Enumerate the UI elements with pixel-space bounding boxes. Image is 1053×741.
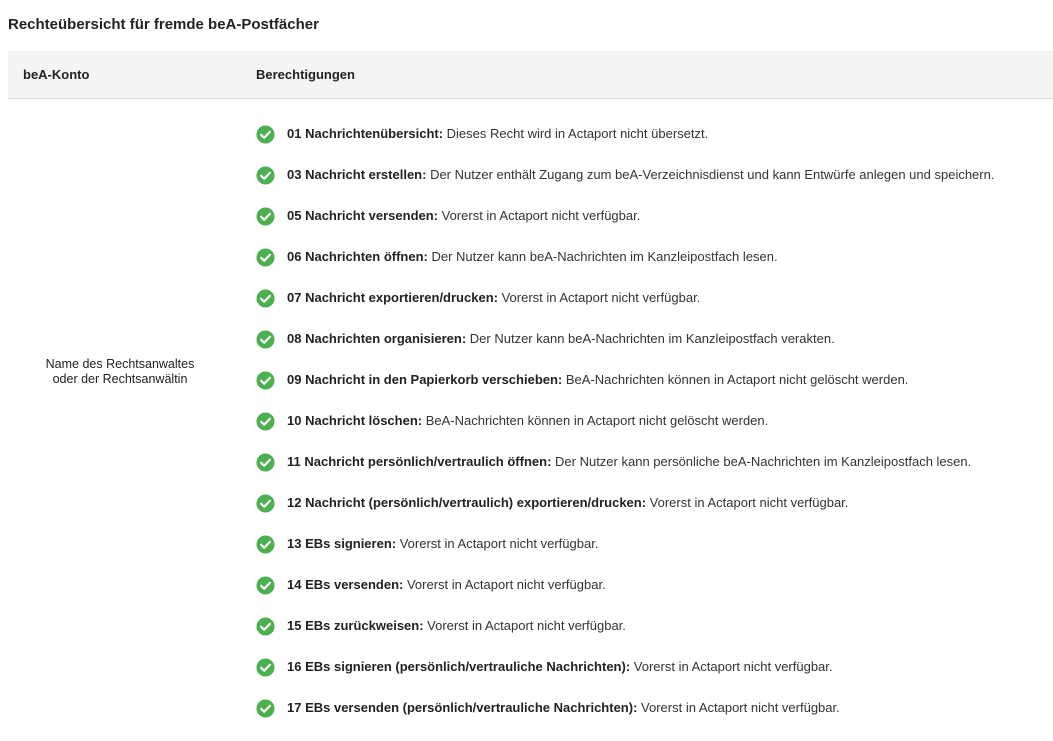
permission-description: Der Nutzer kann beA-Nachrichten im Kanzl… bbox=[466, 331, 835, 346]
permission-text: 12 Nachricht (persönlich/vertraulich) ex… bbox=[287, 493, 848, 513]
permission-item: 06 Nachrichten öffnen: Der Nutzer kann b… bbox=[256, 247, 994, 288]
check-circle-icon bbox=[256, 412, 275, 431]
permission-description: Dieses Recht wird in Actaport nicht über… bbox=[443, 126, 709, 141]
check-circle-icon bbox=[256, 248, 275, 267]
permission-item: 10 Nachricht löschen: BeA-Nachrichten kö… bbox=[256, 411, 994, 452]
permission-item: 03 Nachricht erstellen: Der Nutzer enthä… bbox=[256, 165, 994, 206]
permission-name: 05 Nachricht versenden: bbox=[287, 208, 439, 223]
check-circle-icon bbox=[256, 371, 275, 390]
permission-text: 10 Nachricht löschen: BeA-Nachrichten kö… bbox=[287, 411, 768, 431]
permission-text: 08 Nachrichten organisieren: Der Nutzer … bbox=[287, 329, 835, 349]
check-circle-icon bbox=[256, 330, 275, 349]
permission-name: 13 EBs signieren: bbox=[287, 536, 397, 551]
check-circle-icon bbox=[256, 617, 275, 636]
permission-item: 05 Nachricht versenden: Vorerst in Actap… bbox=[256, 206, 994, 247]
permission-item: 15 EBs zurückweisen: Vorerst in Actaport… bbox=[256, 616, 994, 657]
check-circle-icon bbox=[256, 576, 275, 595]
permission-description: Der Nutzer kann beA-Nachrichten im Kanzl… bbox=[427, 249, 778, 264]
permission-name: 12 Nachricht (persönlich/vertraulich) ex… bbox=[287, 495, 647, 510]
check-circle-icon bbox=[256, 535, 275, 554]
permission-name: 15 EBs zurückweisen: bbox=[287, 618, 424, 633]
permission-description: Der Nutzer enthält Zugang zum beA-Verzei… bbox=[426, 167, 995, 182]
permission-description: Vorerst in Actaport nicht verfügbar. bbox=[630, 659, 833, 674]
permission-description: Vorerst in Actaport nicht verfügbar. bbox=[403, 577, 606, 592]
permission-name: 11 Nachricht persönlich/vertraulich öffn… bbox=[287, 454, 552, 469]
permission-description: BeA-Nachrichten können in Actaport nicht… bbox=[562, 372, 909, 387]
check-circle-icon bbox=[256, 453, 275, 472]
page-title: Rechteübersicht für fremde beA-Postfäche… bbox=[8, 16, 319, 33]
permission-item: 12 Nachricht (persönlich/vertraulich) ex… bbox=[256, 493, 994, 534]
table-header: beA-Konto Berechtigungen bbox=[8, 51, 1053, 99]
permission-text: 13 EBs signieren: Vorerst in Actaport ni… bbox=[287, 534, 598, 554]
permission-name: 01 Nachrichtenübersicht: bbox=[287, 126, 444, 141]
account-name-line-1: Name des Rechtsanwaltes bbox=[45, 357, 195, 371]
check-circle-icon bbox=[256, 207, 275, 226]
permission-text: 05 Nachricht versenden: Vorerst in Actap… bbox=[287, 206, 640, 226]
permission-item: 01 Nachrichtenübersicht: Dieses Recht wi… bbox=[256, 124, 994, 165]
permission-item: 17 EBs versenden (persönlich/vertraulich… bbox=[256, 698, 994, 739]
check-circle-icon bbox=[256, 166, 275, 185]
permission-description: Der Nutzer kann persönliche beA-Nachrich… bbox=[551, 454, 972, 469]
permission-description: Vorerst in Actaport nicht verfügbar. bbox=[396, 536, 599, 551]
permission-name: 17 EBs versenden (persönlich/vertraulich… bbox=[287, 700, 638, 715]
permission-name: 06 Nachrichten öffnen: bbox=[287, 249, 428, 264]
permission-item: 16 EBs signieren (persönlich/vertraulich… bbox=[256, 657, 994, 698]
check-circle-icon bbox=[256, 699, 275, 718]
permission-name: 09 Nachricht in den Papierkorb verschieb… bbox=[287, 372, 563, 387]
column-header-permissions: Berechtigungen bbox=[256, 67, 355, 82]
permission-text: 03 Nachricht erstellen: Der Nutzer enthä… bbox=[287, 165, 994, 185]
permission-name: 03 Nachricht erstellen: bbox=[287, 167, 427, 182]
permission-text: 15 EBs zurückweisen: Vorerst in Actaport… bbox=[287, 616, 626, 636]
permission-name: 10 Nachricht löschen: bbox=[287, 413, 423, 428]
permission-text: 17 EBs versenden (persönlich/vertraulich… bbox=[287, 698, 840, 718]
permission-text: 07 Nachricht exportieren/drucken: Vorers… bbox=[287, 288, 700, 308]
check-circle-icon bbox=[256, 289, 275, 308]
column-header-account: beA-Konto bbox=[23, 67, 90, 82]
permission-description: Vorerst in Actaport nicht verfügbar. bbox=[423, 618, 626, 633]
permission-item: 08 Nachrichten organisieren: Der Nutzer … bbox=[256, 329, 994, 370]
permission-text: 14 EBs versenden: Vorerst in Actaport ni… bbox=[287, 575, 606, 595]
check-circle-icon bbox=[256, 658, 275, 677]
permission-text: 16 EBs signieren (persönlich/vertraulich… bbox=[287, 657, 833, 677]
permission-name: 16 EBs signieren (persönlich/vertraulich… bbox=[287, 659, 631, 674]
permission-text: 01 Nachrichtenübersicht: Dieses Recht wi… bbox=[287, 124, 708, 144]
permission-item: 13 EBs signieren: Vorerst in Actaport ni… bbox=[256, 534, 994, 575]
permission-text: 06 Nachrichten öffnen: Der Nutzer kann b… bbox=[287, 247, 778, 267]
permission-description: Vorerst in Actaport nicht verfügbar. bbox=[637, 700, 840, 715]
permission-item: 11 Nachricht persönlich/vertraulich öffn… bbox=[256, 452, 994, 493]
permission-name: 08 Nachrichten organisieren: bbox=[287, 331, 467, 346]
permission-text: 11 Nachricht persönlich/vertraulich öffn… bbox=[287, 452, 971, 472]
permission-name: 07 Nachricht exportieren/drucken: bbox=[287, 290, 498, 305]
permission-description: Vorerst in Actaport nicht verfügbar. bbox=[497, 290, 701, 305]
permission-description: BeA-Nachrichten können in Actaport nicht… bbox=[422, 413, 769, 428]
permission-text: 09 Nachricht in den Papierkorb verschieb… bbox=[287, 370, 908, 390]
permission-description: Vorerst in Actaport nicht verfügbar. bbox=[646, 495, 849, 510]
permission-name: 14 EBs versenden: bbox=[287, 577, 404, 592]
account-cell: Name des Rechtsanwaltes oder der Rechtsa… bbox=[8, 357, 232, 387]
account-name-line-2: oder der Rechtsanwältin bbox=[52, 372, 188, 386]
permission-item: 14 EBs versenden: Vorerst in Actaport ni… bbox=[256, 575, 994, 616]
permission-item: 07 Nachricht exportieren/drucken: Vorers… bbox=[256, 288, 994, 329]
permission-item: 09 Nachricht in den Papierkorb verschieb… bbox=[256, 370, 994, 411]
permission-description: Vorerst in Actaport nicht verfügbar. bbox=[438, 208, 641, 223]
check-circle-icon bbox=[256, 125, 275, 144]
check-circle-icon bbox=[256, 494, 275, 513]
permission-list: 01 Nachrichtenübersicht: Dieses Recht wi… bbox=[256, 124, 994, 739]
